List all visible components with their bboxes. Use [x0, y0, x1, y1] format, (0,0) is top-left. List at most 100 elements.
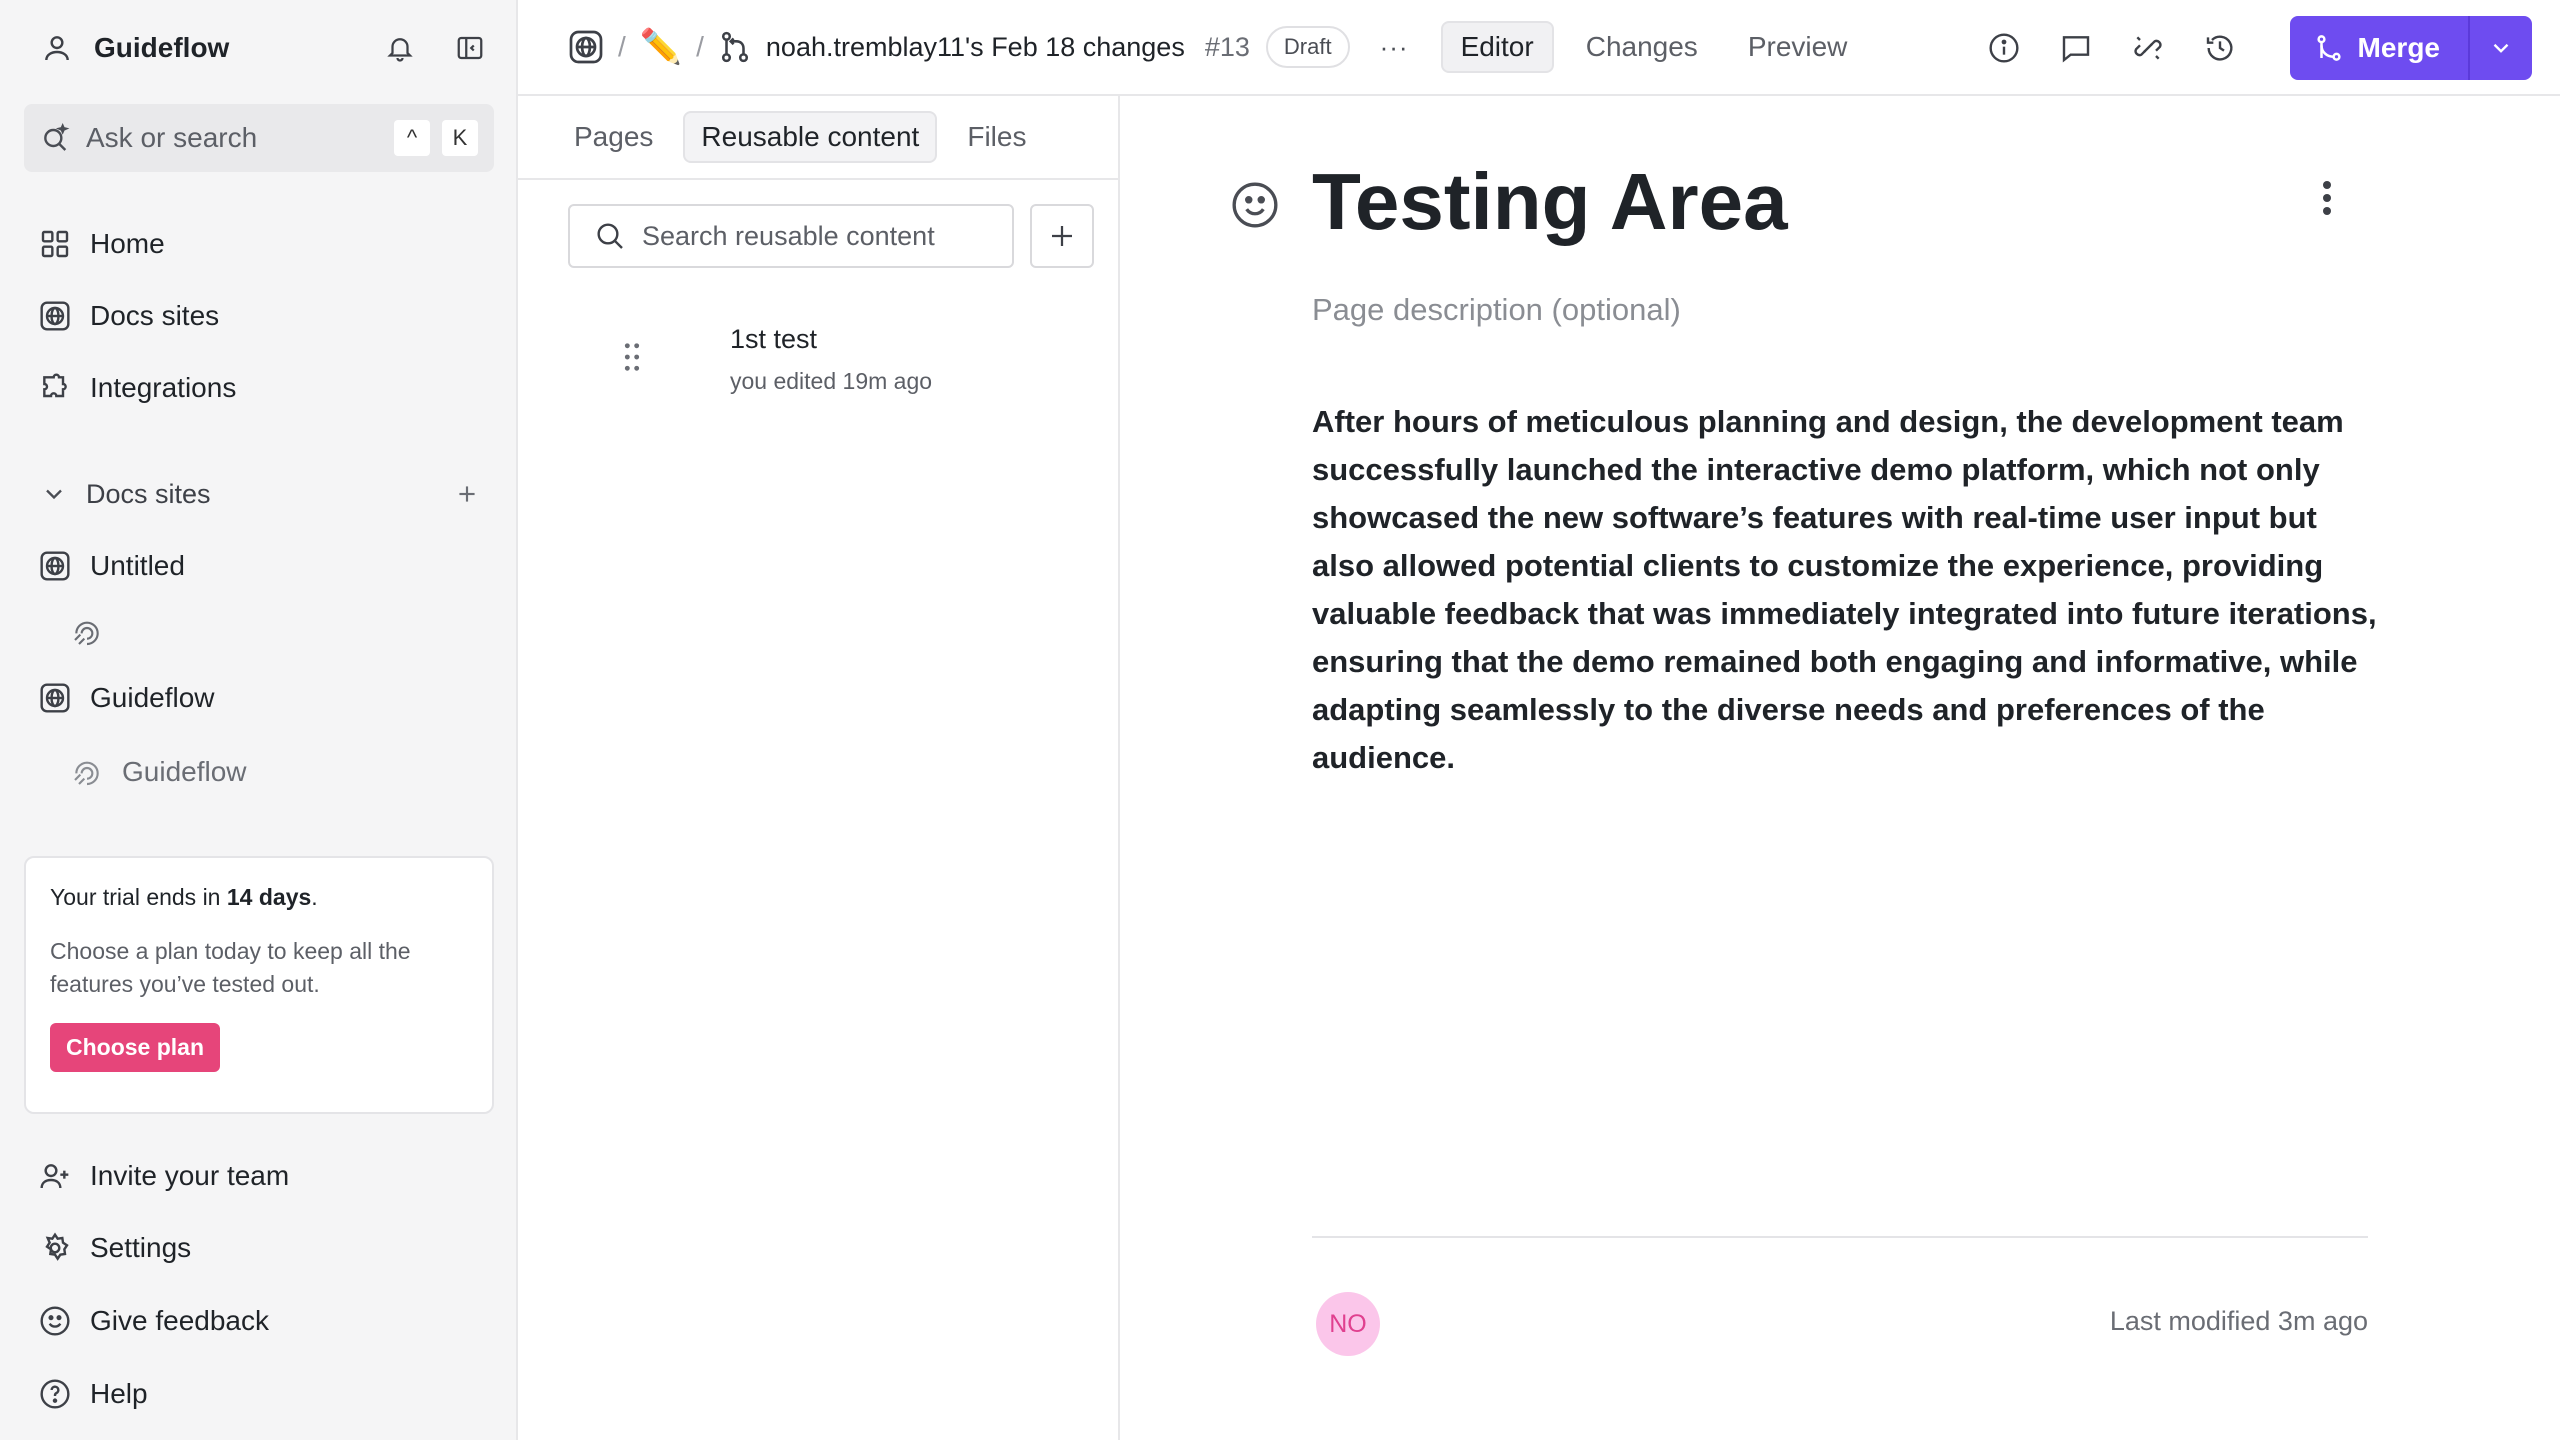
shortcut-key-k: K	[442, 120, 478, 156]
breadcrumb-separator: /	[618, 31, 626, 62]
tab-pages[interactable]: Pages	[558, 113, 669, 161]
status-badge: Draft	[1265, 26, 1350, 68]
last-modified: Last modified 3m ago	[2109, 1306, 2368, 1336]
broken-link-icon[interactable]	[2128, 28, 2168, 68]
globe-icon	[38, 681, 72, 715]
more-options-button[interactable]: ···	[1380, 32, 1409, 63]
docs-sites-section-title: Docs sites	[86, 478, 211, 509]
page-options-icon[interactable]	[2320, 180, 2334, 216]
trial-prefix: Your trial ends in	[50, 884, 227, 910]
top-bar: / ✏️ / noah.tremblay11's Feb 18 changes …	[518, 0, 2560, 96]
panel-tabs: Pages Reusable content Files	[518, 96, 1118, 180]
nav-docs-sites-label: Docs sites	[90, 300, 220, 331]
choose-plan-button[interactable]: Choose plan	[50, 1023, 221, 1072]
shortcut-key-ctrl: ^	[394, 120, 430, 156]
search-icon	[594, 220, 626, 252]
list-item-meta: you edited 19m ago	[730, 368, 933, 394]
branch-icon	[718, 30, 752, 64]
comment-icon[interactable]	[2056, 28, 2096, 68]
reusable-search-input[interactable]: Search reusable content	[568, 204, 1014, 268]
history-icon[interactable]	[2200, 28, 2240, 68]
tab-files[interactable]: Files	[951, 113, 1042, 161]
trial-message: Choose a plan today to keep all the feat…	[50, 938, 411, 997]
change-request-number: #13	[1204, 31, 1250, 62]
globe-icon[interactable]	[568, 29, 604, 65]
add-icon-smile-icon[interactable]	[1230, 180, 1280, 230]
nav-docs-sites[interactable]: Docs sites	[24, 286, 494, 346]
nav-help[interactable]: Help	[24, 1364, 494, 1424]
site-child-untitled[interactable]	[24, 602, 494, 662]
add-reusable-content-button[interactable]	[1030, 204, 1094, 268]
page-body-paragraph[interactable]: After hours of meticulous planning and d…	[1312, 398, 2382, 782]
breadcrumb-separator: /	[696, 31, 704, 62]
chevron-down-icon	[2493, 43, 2509, 53]
nav-settings[interactable]: Settings	[24, 1218, 494, 1278]
list-item[interactable]: 1st test you edited 19m ago	[568, 312, 1088, 402]
user-icon[interactable]	[40, 28, 74, 68]
nav-settings-label: Settings	[90, 1232, 192, 1263]
list-item-title: 1st test	[730, 324, 818, 354]
site-child-guideflow[interactable]: Guideflow	[24, 742, 494, 802]
workspace-name[interactable]: Guideflow	[94, 32, 229, 64]
top-actions: Merge	[1984, 16, 2532, 80]
page-description-field[interactable]: Page description (optional)	[1312, 292, 1681, 328]
editor-canvas: Testing Area Page description (optional)…	[1120, 96, 2560, 1440]
puzzle-icon	[38, 371, 72, 405]
nav-home[interactable]: Home	[24, 214, 494, 274]
gear-icon	[38, 1231, 72, 1265]
site-item-guideflow[interactable]: Guideflow	[24, 668, 494, 728]
sidebar: Guideflow Ask or search ^ K Home Docs si…	[0, 0, 518, 1440]
nav-give-feedback[interactable]: Give feedback	[24, 1291, 494, 1351]
nav-help-label: Help	[90, 1378, 148, 1409]
merge-button-group: Merge	[2289, 16, 2532, 80]
reusable-search-placeholder: Search reusable content	[642, 220, 935, 251]
search-placeholder: Ask or search	[86, 122, 258, 153]
search-sparkle-icon	[40, 122, 72, 154]
nav-home-label: Home	[90, 228, 165, 259]
tab-reusable-content[interactable]: Reusable content	[683, 111, 938, 163]
trial-days: 14 days	[226, 884, 312, 910]
page-title[interactable]: Testing Area	[1312, 156, 1788, 248]
site-item-untitled[interactable]: Untitled	[24, 536, 494, 596]
pencil-emoji[interactable]: ✏️	[640, 27, 682, 67]
search-input[interactable]: Ask or search ^ K	[24, 104, 494, 172]
tab-changes[interactable]: Changes	[1568, 23, 1716, 71]
bell-icon[interactable]	[380, 28, 420, 68]
site-item-label: Guideflow	[90, 682, 215, 713]
tab-preview[interactable]: Preview	[1730, 23, 1866, 71]
tab-editor[interactable]: Editor	[1440, 21, 1554, 73]
trial-headline: Your trial ends in 14 days.	[50, 884, 468, 911]
nav-invite-team[interactable]: Invite your team	[24, 1146, 494, 1206]
plus-icon	[1052, 226, 1072, 246]
merge-icon	[2314, 33, 2344, 63]
mode-tabs: Editor Changes Preview	[1440, 21, 1866, 73]
site-item-label: Untitled	[90, 550, 185, 581]
workspace-header: Guideflow	[40, 28, 490, 68]
info-icon[interactable]	[1984, 28, 2024, 68]
trial-suffix: .	[311, 884, 318, 910]
merge-label: Merge	[2357, 32, 2440, 63]
user-plus-icon	[38, 1159, 72, 1193]
grid-icon	[38, 227, 72, 261]
space-icon	[70, 755, 104, 789]
nav-integrations[interactable]: Integrations	[24, 358, 494, 418]
collapse-sidebar-icon[interactable]	[450, 28, 490, 68]
merge-dropdown-button[interactable]	[2468, 16, 2532, 80]
drag-handle-icon[interactable]	[622, 342, 642, 372]
smile-icon	[38, 1304, 72, 1338]
docs-sites-section[interactable]: Docs sites	[40, 470, 480, 518]
globe-icon	[38, 549, 72, 583]
globe-icon	[38, 299, 72, 333]
trial-card: Your trial ends in 14 days. Choose a pla…	[24, 856, 494, 1114]
change-request-title[interactable]: noah.tremblay11's Feb 18 changes	[766, 32, 1185, 63]
nav-feedback-label: Give feedback	[90, 1305, 269, 1336]
search-shortcut: ^ K	[394, 120, 478, 156]
avatar[interactable]: NO	[1316, 1292, 1380, 1356]
add-site-icon[interactable]	[454, 481, 480, 507]
merge-button[interactable]: Merge	[2289, 16, 2468, 80]
chevron-down-icon[interactable]	[40, 480, 68, 508]
nav-invite-label: Invite your team	[90, 1160, 290, 1191]
reusable-content-panel: Pages Reusable content Files Search reus…	[518, 96, 1120, 1440]
site-child-label: Guideflow	[122, 756, 247, 787]
help-icon	[38, 1377, 72, 1411]
